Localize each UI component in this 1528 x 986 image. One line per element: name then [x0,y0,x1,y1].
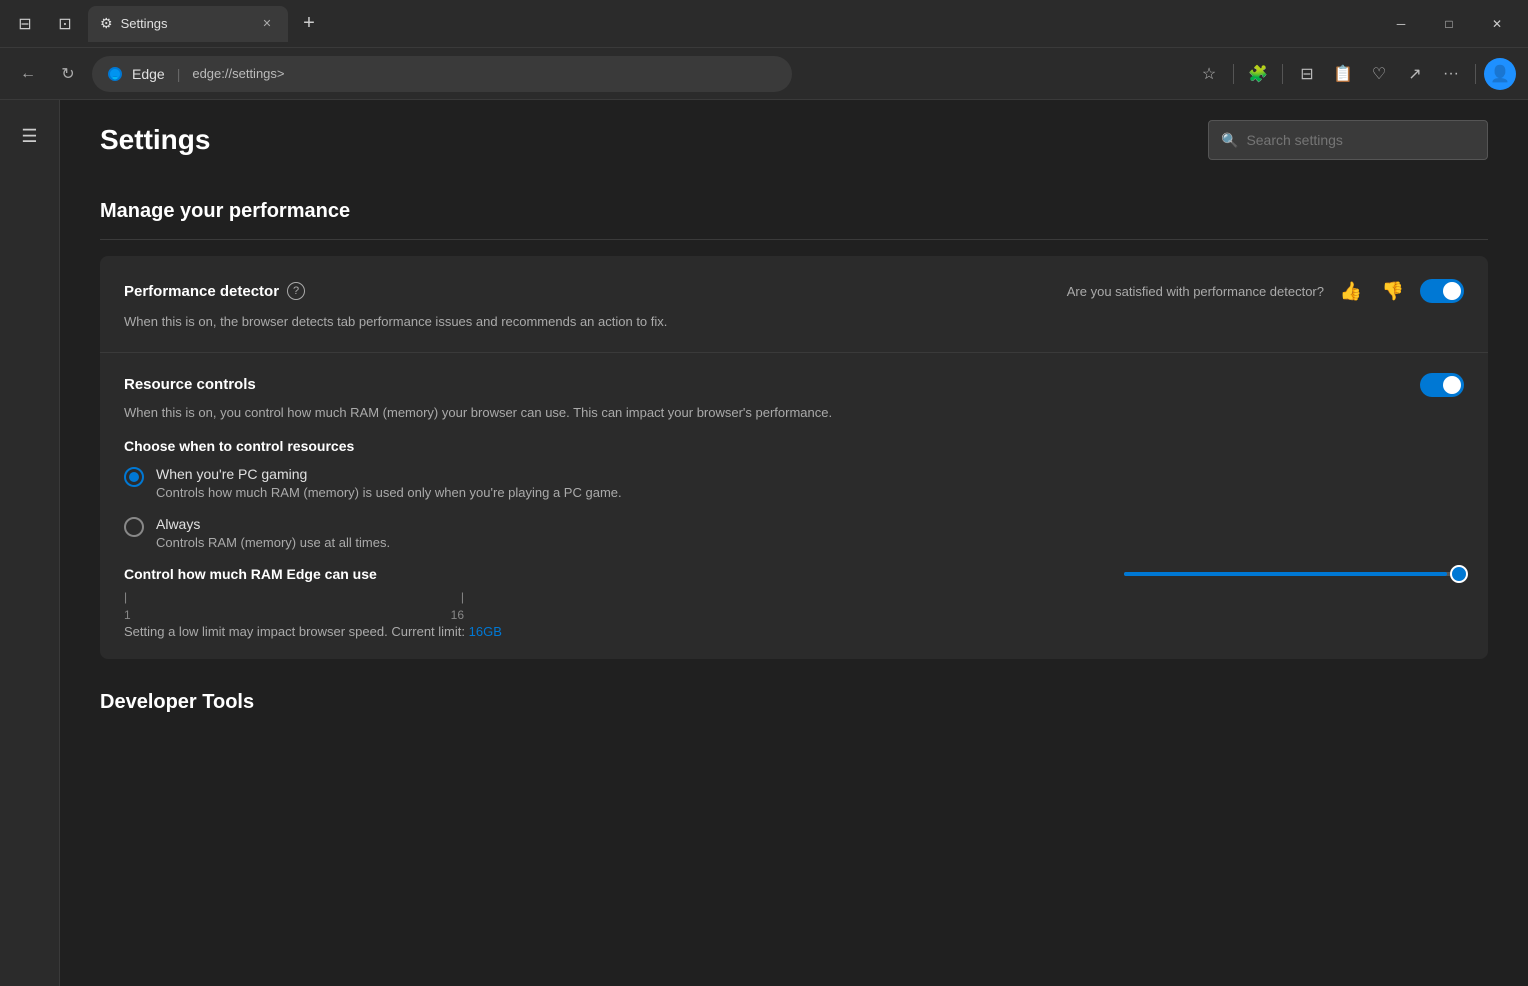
search-icon: 🔍 [1221,132,1238,149]
address-brand: Edge [132,66,165,82]
performance-detector-title-area: Performance detector ? [124,282,305,300]
sidebar: ☰ [0,100,60,986]
performance-detector-header: Performance detector ? Are you satisfied… [124,276,1464,306]
back-btn[interactable]: ← [12,58,44,90]
thumbdown-icon: 👎 [1382,281,1404,302]
title-bar-left: ⊟ ⊡ ⚙ Settings ✕ + [8,6,324,42]
search-settings-wrap[interactable]: 🔍 [1208,120,1488,160]
radio-always-desc: Controls RAM (memory) use at all times. [156,535,390,550]
reload-icon: ↻ [61,64,74,84]
tab-settings-icon: ⚙ [100,15,113,32]
address-divider: | [177,66,181,82]
radio-gaming[interactable] [124,467,144,487]
feedback-area: Are you satisfied with performance detec… [1067,276,1464,306]
settings-tab[interactable]: ⚙ Settings ✕ [88,6,288,42]
ram-slider-desc: Setting a low limit may impact browser s… [124,624,1464,639]
share-btn[interactable]: ↗ [1399,58,1431,90]
radio-always-label: Always [156,516,390,532]
toolbar-separator-3 [1475,64,1476,84]
reload-btn[interactable]: ↻ [52,58,84,90]
hamburger-icon: ☰ [21,126,37,147]
toolbar-separator-1 [1233,64,1234,84]
manage-performance-title: Manage your performance [100,184,1488,240]
extensions-btn[interactable]: 🧩 [1242,58,1274,90]
performance-detector-title: Performance detector [124,283,279,300]
radio-gaming-row: When you're PC gaming Controls how much … [124,466,1464,500]
vertical-tabs-btn[interactable]: ⊟ [8,7,42,41]
resource-controls-title: Resource controls [124,376,256,393]
favorites-btn[interactable]: ☆ [1193,58,1225,90]
performance-detector-toggle-knob [1443,282,1461,300]
ram-slider-controls [1124,572,1464,576]
slider-thumb[interactable] [1450,565,1468,583]
resource-controls-toggle-knob [1443,376,1461,394]
radio-gaming-label: When you're PC gaming [156,466,622,482]
resource-controls-header: Resource controls [124,373,1464,397]
settings-content: Settings 🔍 Manage your performance Perfo… [60,100,1528,986]
ram-slider-header: Control how much RAM Edge can use [124,566,1464,582]
address-input-wrap[interactable]: Edge | edge://settings> [92,56,792,92]
performance-detector-desc: When this is on, the browser detects tab… [124,312,1464,332]
workspaces-btn[interactable]: ⊡ [48,7,82,41]
content-area: Manage your performance Performance dete… [60,184,1528,730]
edge-logo [106,65,124,83]
ram-slider-row: Control how much RAM Edge can use [124,566,1464,639]
radio-always[interactable] [124,517,144,537]
slider-min: 1 [124,608,131,622]
profile-btn[interactable]: 👤 [1484,58,1516,90]
radio-always-row: Always Controls RAM (memory) use at all … [124,516,1464,550]
sidebar-menu-btn[interactable]: ☰ [10,116,50,156]
collections-btn[interactable]: 📋 [1327,58,1359,90]
restore-btn[interactable]: □ [1426,8,1472,40]
settings-more-btn[interactable]: ··· [1435,58,1467,90]
performance-detector-info-icon[interactable]: ? [287,282,305,300]
slider-label-left: | [124,590,127,604]
main-layout: ☰ Settings 🔍 Manage your performance Per [0,100,1528,986]
slider-labels: | | [124,590,464,604]
radio-gaming-label-area: When you're PC gaming Controls how much … [156,466,622,500]
slider-fill [1124,572,1447,576]
slider-max: 16 [451,608,464,622]
radio-gaming-fill [129,472,139,482]
performance-card: Performance detector ? Are you satisfied… [100,256,1488,659]
feedback-question: Are you satisfied with performance detec… [1067,284,1324,299]
toolbar-icons: ☆ 🧩 ⊟ 📋 ♡ ↗ ··· 👤 [1193,58,1516,90]
choose-resources-title: Choose when to control resources [124,438,1464,454]
address-url: edge://settings> [192,66,284,81]
radio-gaming-desc: Controls how much RAM (memory) is used o… [156,485,622,500]
developer-tools-title: Developer Tools [100,659,1488,730]
performance-detector-toggle[interactable] [1420,279,1464,303]
new-tab-btn[interactable]: + [294,9,324,39]
title-bar: ⊟ ⊡ ⚙ Settings ✕ + ─ □ ✕ [0,0,1528,48]
search-settings-input[interactable] [1246,132,1475,148]
split-screen-btn[interactable]: ⊟ [1291,58,1323,90]
radio-always-label-area: Always Controls RAM (memory) use at all … [156,516,390,550]
thumbup-btn[interactable]: 👍 [1336,276,1366,306]
settings-header: Settings 🔍 [60,120,1528,184]
close-btn[interactable]: ✕ [1474,8,1520,40]
performance-detector-row: Performance detector ? Are you satisfied… [100,256,1488,353]
thumbdown-btn[interactable]: 👎 [1378,276,1408,306]
current-limit-value: 16GB [469,624,502,639]
thumbup-icon: 👍 [1340,281,1362,302]
slider-label-right: | [461,590,464,604]
toolbar-separator-2 [1282,64,1283,84]
back-icon: ← [20,65,36,83]
address-bar: ← ↻ Edge | edge://settings> ☆ 🧩 ⊟ 📋 ♡ ↗ … [0,48,1528,100]
slider-track [1124,572,1464,576]
tab-close-btn[interactable]: ✕ [258,15,276,33]
browser-essentials-btn[interactable]: ♡ [1363,58,1395,90]
resource-controls-row: Resource controls When this is on, you c… [100,353,1488,660]
ram-slider-title: Control how much RAM Edge can use [124,566,377,582]
resource-controls-desc: When this is on, you control how much RA… [124,403,1464,423]
slider-wrap[interactable] [1124,572,1464,576]
page-title: Settings [100,124,1192,156]
slider-number-labels: 1 16 [124,608,464,622]
profile-icon: 👤 [1490,64,1510,84]
window-controls: ─ □ ✕ [1378,8,1520,40]
minimize-btn[interactable]: ─ [1378,8,1424,40]
resource-controls-toggle[interactable] [1420,373,1464,397]
settings-tab-label: Settings [121,16,250,31]
